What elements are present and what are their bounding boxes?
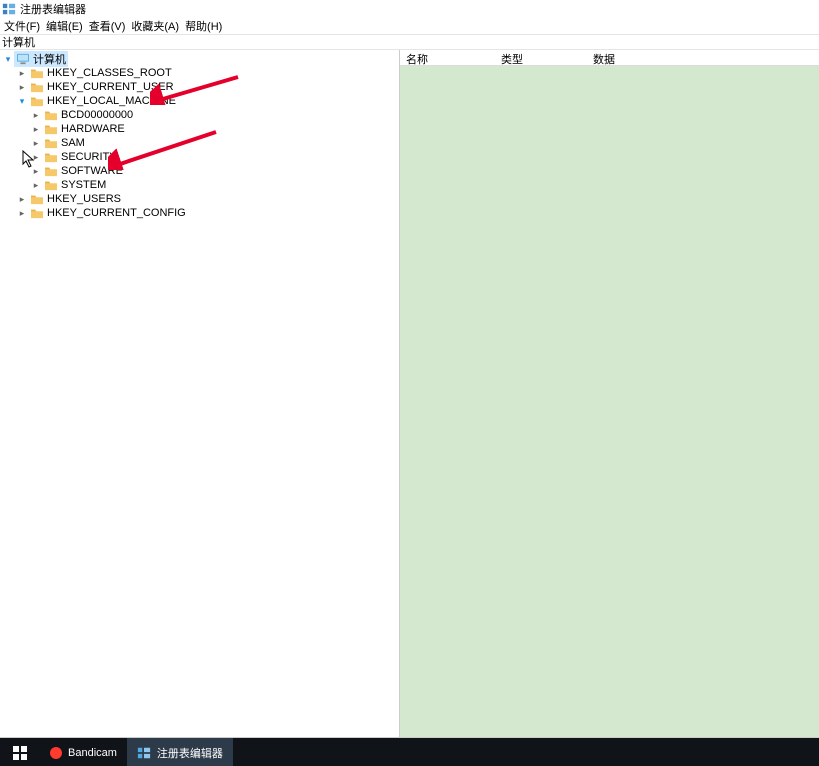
tree-label: SECURITY: [61, 151, 117, 163]
record-icon: [50, 747, 62, 759]
windows-icon: [13, 746, 27, 760]
folder-icon: [44, 137, 58, 149]
tree-label: SOFTWARE: [61, 165, 123, 177]
tree-label: HKEY_USERS: [47, 193, 121, 205]
tree-node-hardware[interactable]: ▸ HARDWARE: [0, 122, 399, 136]
menu-file[interactable]: 文件(F): [2, 18, 42, 34]
tree-label: SAM: [61, 137, 85, 149]
tree-node-system[interactable]: ▸ SYSTEM: [0, 178, 399, 192]
taskbar: Bandicam 注册表编辑器: [0, 738, 819, 766]
tree-node-hkcc[interactable]: ▸ HKEY_CURRENT_CONFIG: [0, 206, 399, 220]
expand-icon[interactable]: ▸: [16, 208, 28, 219]
taskbar-label: Bandicam: [68, 747, 117, 759]
list-panel: 名称 类型 数据: [400, 50, 819, 737]
menu-edit[interactable]: 编辑(E): [44, 18, 85, 34]
folder-icon: [30, 81, 44, 93]
folder-icon: [30, 193, 44, 205]
tree-node-security[interactable]: ▸ SECURITY: [0, 150, 399, 164]
address-text: 计算机: [2, 34, 35, 50]
expand-icon[interactable]: ▾: [2, 54, 14, 65]
taskbar-item-bandicam[interactable]: Bandicam: [40, 738, 127, 766]
expand-icon[interactable]: ▾: [16, 96, 28, 107]
main-area: ▾ 计算机 ▸ HKEY_CLASSES_ROOT ▸ HKEY_CURRENT…: [0, 50, 819, 738]
menu-bar: 文件(F) 编辑(E) 查看(V) 收藏夹(A) 帮助(H): [0, 18, 819, 34]
list-body[interactable]: [400, 66, 819, 737]
folder-icon: [44, 179, 58, 191]
expand-icon[interactable]: ▸: [16, 68, 28, 79]
tree-node-computer[interactable]: ▾ 计算机: [0, 52, 399, 66]
tree-label: HKEY_CURRENT_CONFIG: [47, 207, 186, 219]
tree-node-hklm[interactable]: ▾ HKEY_LOCAL_MACHINE: [0, 94, 399, 108]
regedit-icon: [2, 2, 16, 16]
address-bar[interactable]: 计算机: [0, 34, 819, 50]
expand-icon[interactable]: ▸: [30, 166, 42, 177]
taskbar-label: 注册表编辑器: [157, 745, 223, 761]
folder-icon: [44, 151, 58, 163]
window-title: 注册表编辑器: [20, 1, 86, 17]
menu-favorites[interactable]: 收藏夹(A): [129, 18, 181, 34]
tree-node-hkcu[interactable]: ▸ HKEY_CURRENT_USER: [0, 80, 399, 94]
tree-label: SYSTEM: [61, 179, 106, 191]
expand-icon[interactable]: ▸: [30, 124, 42, 135]
tree-node-bcd[interactable]: ▸ BCD00000000: [0, 108, 399, 122]
taskbar-item-regedit[interactable]: 注册表编辑器: [127, 738, 233, 766]
expand-icon[interactable]: ▸: [16, 194, 28, 205]
expand-icon[interactable]: ▸: [30, 180, 42, 191]
folder-icon: [30, 67, 44, 79]
menu-help[interactable]: 帮助(H): [183, 18, 224, 34]
tree-node-hkcr[interactable]: ▸ HKEY_CLASSES_ROOT: [0, 66, 399, 80]
column-type[interactable]: 类型: [495, 50, 587, 65]
computer-icon: [16, 53, 30, 65]
tree-label: HKEY_LOCAL_MACHINE: [47, 95, 176, 107]
title-bar: 注册表编辑器: [0, 0, 819, 18]
tree-node-software[interactable]: ▸ SOFTWARE: [0, 164, 399, 178]
tree-node-hku[interactable]: ▸ HKEY_USERS: [0, 192, 399, 206]
column-name[interactable]: 名称: [400, 50, 495, 65]
tree-label: HKEY_CLASSES_ROOT: [47, 67, 172, 79]
folder-icon: [44, 109, 58, 121]
expand-icon[interactable]: ▸: [16, 82, 28, 93]
tree-panel[interactable]: ▾ 计算机 ▸ HKEY_CLASSES_ROOT ▸ HKEY_CURRENT…: [0, 50, 400, 737]
tree-node-sam[interactable]: ▸ SAM: [0, 136, 399, 150]
folder-icon: [44, 123, 58, 135]
list-header: 名称 类型 数据: [400, 50, 819, 66]
tree-label: HKEY_CURRENT_USER: [47, 81, 174, 93]
tree-label: 计算机: [33, 51, 66, 67]
folder-icon: [30, 95, 44, 107]
folder-icon: [44, 165, 58, 177]
expand-icon[interactable]: ▸: [30, 152, 42, 163]
tree-label: BCD00000000: [61, 109, 133, 121]
expand-icon[interactable]: ▸: [30, 110, 42, 121]
menu-view[interactable]: 查看(V): [87, 18, 128, 34]
registry-tree: ▾ 计算机 ▸ HKEY_CLASSES_ROOT ▸ HKEY_CURRENT…: [0, 50, 399, 220]
start-button[interactable]: [0, 738, 40, 766]
tree-label: HARDWARE: [61, 123, 125, 135]
folder-icon: [30, 207, 44, 219]
regedit-icon: [137, 746, 151, 760]
column-data[interactable]: 数据: [587, 50, 819, 65]
expand-icon[interactable]: ▸: [30, 138, 42, 149]
